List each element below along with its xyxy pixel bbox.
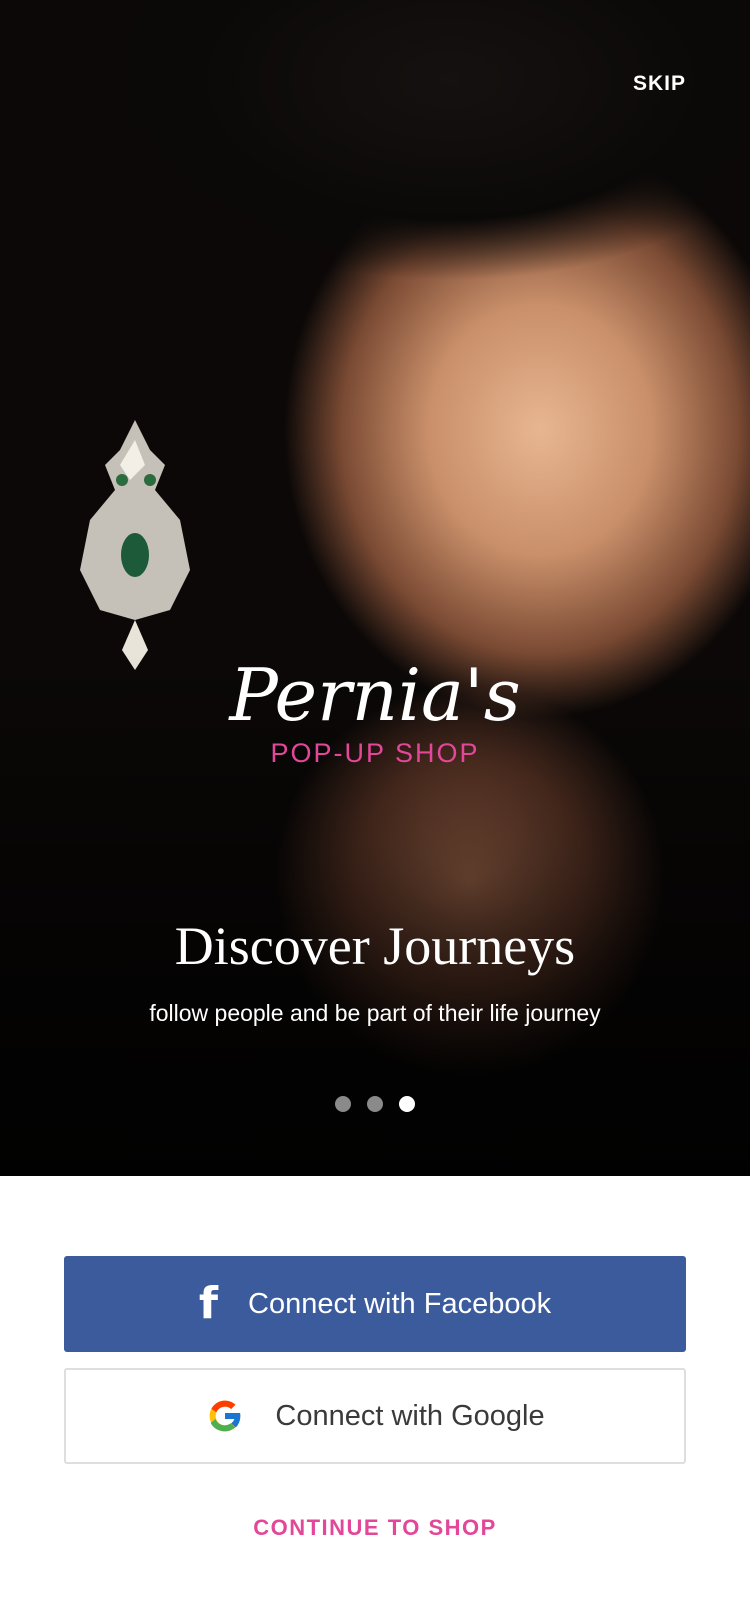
page-dot-2[interactable] [367, 1096, 383, 1112]
hair-shadow [120, 0, 740, 300]
connect-google-button[interactable]: Connect with Google [64, 1368, 686, 1464]
continue-to-shop-link[interactable]: CONTINUE TO SHOP [0, 1515, 750, 1541]
connect-facebook-button[interactable]: f Connect with Facebook [64, 1256, 686, 1352]
page-indicator [0, 1096, 750, 1112]
google-icon [205, 1396, 245, 1436]
facebook-button-label: Connect with Facebook [248, 1287, 552, 1320]
onboarding-description: follow people and be part of their life … [149, 1000, 601, 1026]
google-button-label: Connect with Google [275, 1399, 545, 1432]
brand-logo: Pernia's POP-UP SHOP [0, 650, 750, 769]
brand-subtitle: POP-UP SHOP [270, 738, 480, 768]
hero-image: SKIP Pernia's POP-UP SHOP Discover Journ… [0, 0, 750, 1176]
brand-script-name: Pernia's [229, 653, 521, 737]
onboarding-title: Discover Journeys [174, 916, 576, 976]
skip-button[interactable]: SKIP [633, 72, 686, 96]
earring-illustration [80, 420, 190, 670]
page-dot-3-active[interactable] [399, 1096, 415, 1112]
page-dot-1[interactable] [335, 1096, 351, 1112]
facebook-icon: f [198, 1278, 219, 1329]
